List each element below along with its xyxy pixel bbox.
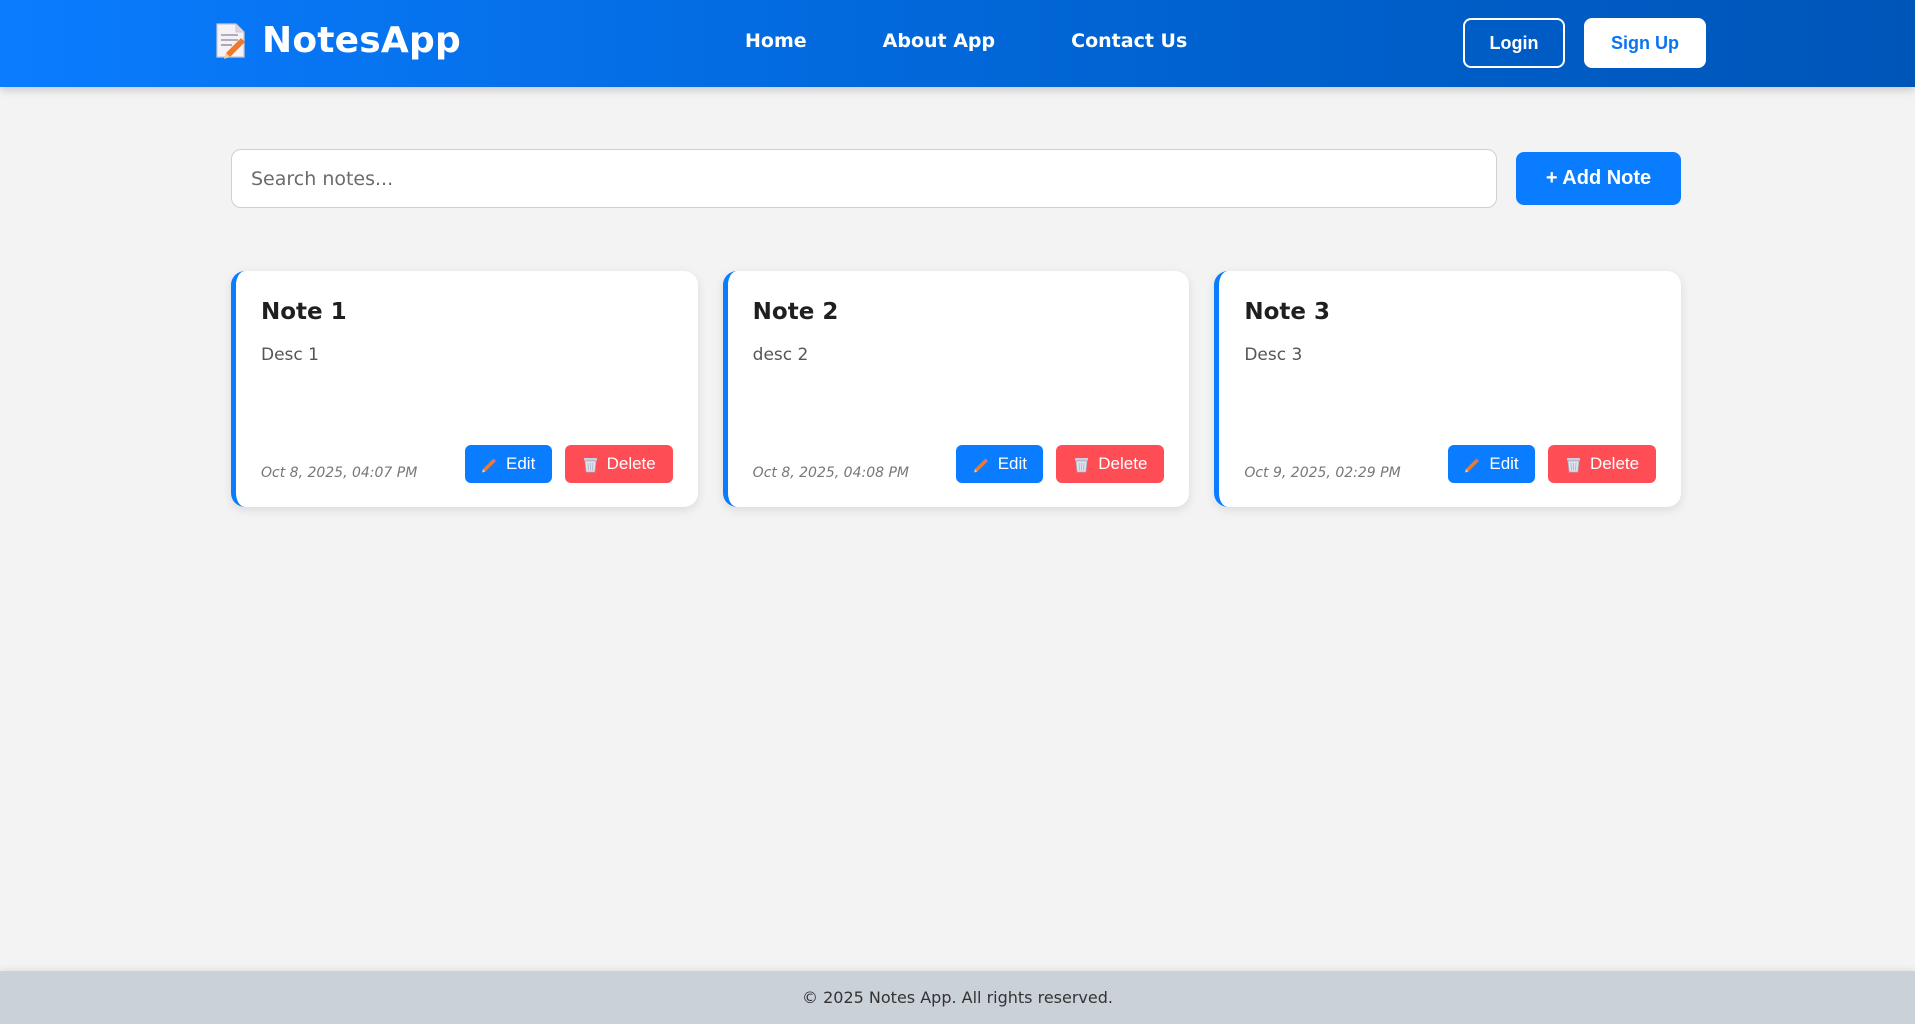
footer: © 2025 Notes App. All rights reserved. [0, 971, 1915, 1024]
nav-home-link[interactable]: Home [745, 30, 807, 52]
search-input[interactable] [231, 149, 1497, 208]
brand-title: NotesApp [262, 20, 461, 61]
notes-grid: Note 1 Desc 1 Oct 8, 2025, 04:07 PM Edit [231, 271, 1682, 507]
auth-buttons: Login Sign Up [1463, 18, 1706, 68]
note-title: Note 3 [1244, 299, 1330, 325]
main-nav: Home About App Contact Us [745, 30, 1263, 52]
edit-label: Edit [506, 454, 536, 473]
edit-button[interactable]: Edit [464, 445, 552, 483]
brand[interactable]: NotesApp [214, 20, 461, 61]
edit-button[interactable]: Edit [1448, 445, 1536, 483]
note-date: Oct 8, 2025, 04:08 PM [752, 465, 909, 481]
note-date: Oct 9, 2025, 02:29 PM [1244, 465, 1401, 481]
add-note-button[interactable]: + Add Note [1516, 152, 1681, 205]
note-actions: Edit Delete [1448, 445, 1657, 483]
edit-label: Edit [1489, 454, 1519, 473]
pencil-icon [1465, 458, 1480, 472]
note-description: Desc 3 [1244, 345, 1303, 365]
note-card: Note 2 desc 2 Oct 8, 2025, 04:08 PM Edit [722, 271, 1190, 507]
note-title: Note 1 [261, 299, 347, 325]
edit-button[interactable]: Edit [956, 445, 1044, 483]
navbar: NotesApp Home About App Contact Us Login… [0, 0, 1915, 87]
wastebasket-icon [1075, 457, 1089, 472]
note-actions: Edit Delete [464, 445, 673, 483]
note-title: Note 2 [752, 299, 839, 325]
copyright-text: © 2025 Notes App. All rights reserved. [802, 988, 1113, 1007]
edit-label: Edit [997, 454, 1027, 473]
delete-button[interactable]: Delete [1056, 445, 1165, 483]
nav-about-link[interactable]: About App [883, 30, 996, 52]
pencil-icon [482, 458, 497, 472]
nav-contact-link[interactable]: Contact Us [1071, 30, 1187, 52]
delete-button[interactable]: Delete [1548, 445, 1657, 483]
note-date: Oct 8, 2025, 04:07 PM [261, 465, 418, 481]
note-description: Desc 1 [261, 345, 319, 365]
wastebasket-icon [1566, 457, 1580, 472]
pencil-icon [973, 458, 988, 472]
note-actions: Edit Delete [956, 445, 1165, 483]
delete-label: Delete [606, 454, 656, 473]
delete-label: Delete [1589, 454, 1640, 473]
note-card: Note 3 Desc 3 Oct 9, 2025, 02:29 PM Edit [1214, 271, 1682, 507]
wastebasket-icon [583, 457, 597, 472]
login-button[interactable]: Login [1463, 18, 1565, 68]
delete-label: Delete [1098, 454, 1148, 473]
signup-button[interactable]: Sign Up [1584, 18, 1706, 68]
note-card: Note 1 Desc 1 Oct 8, 2025, 04:07 PM Edit [231, 271, 698, 507]
memo-icon [214, 22, 248, 60]
note-description: desc 2 [752, 345, 809, 365]
delete-button[interactable]: Delete [564, 445, 673, 483]
